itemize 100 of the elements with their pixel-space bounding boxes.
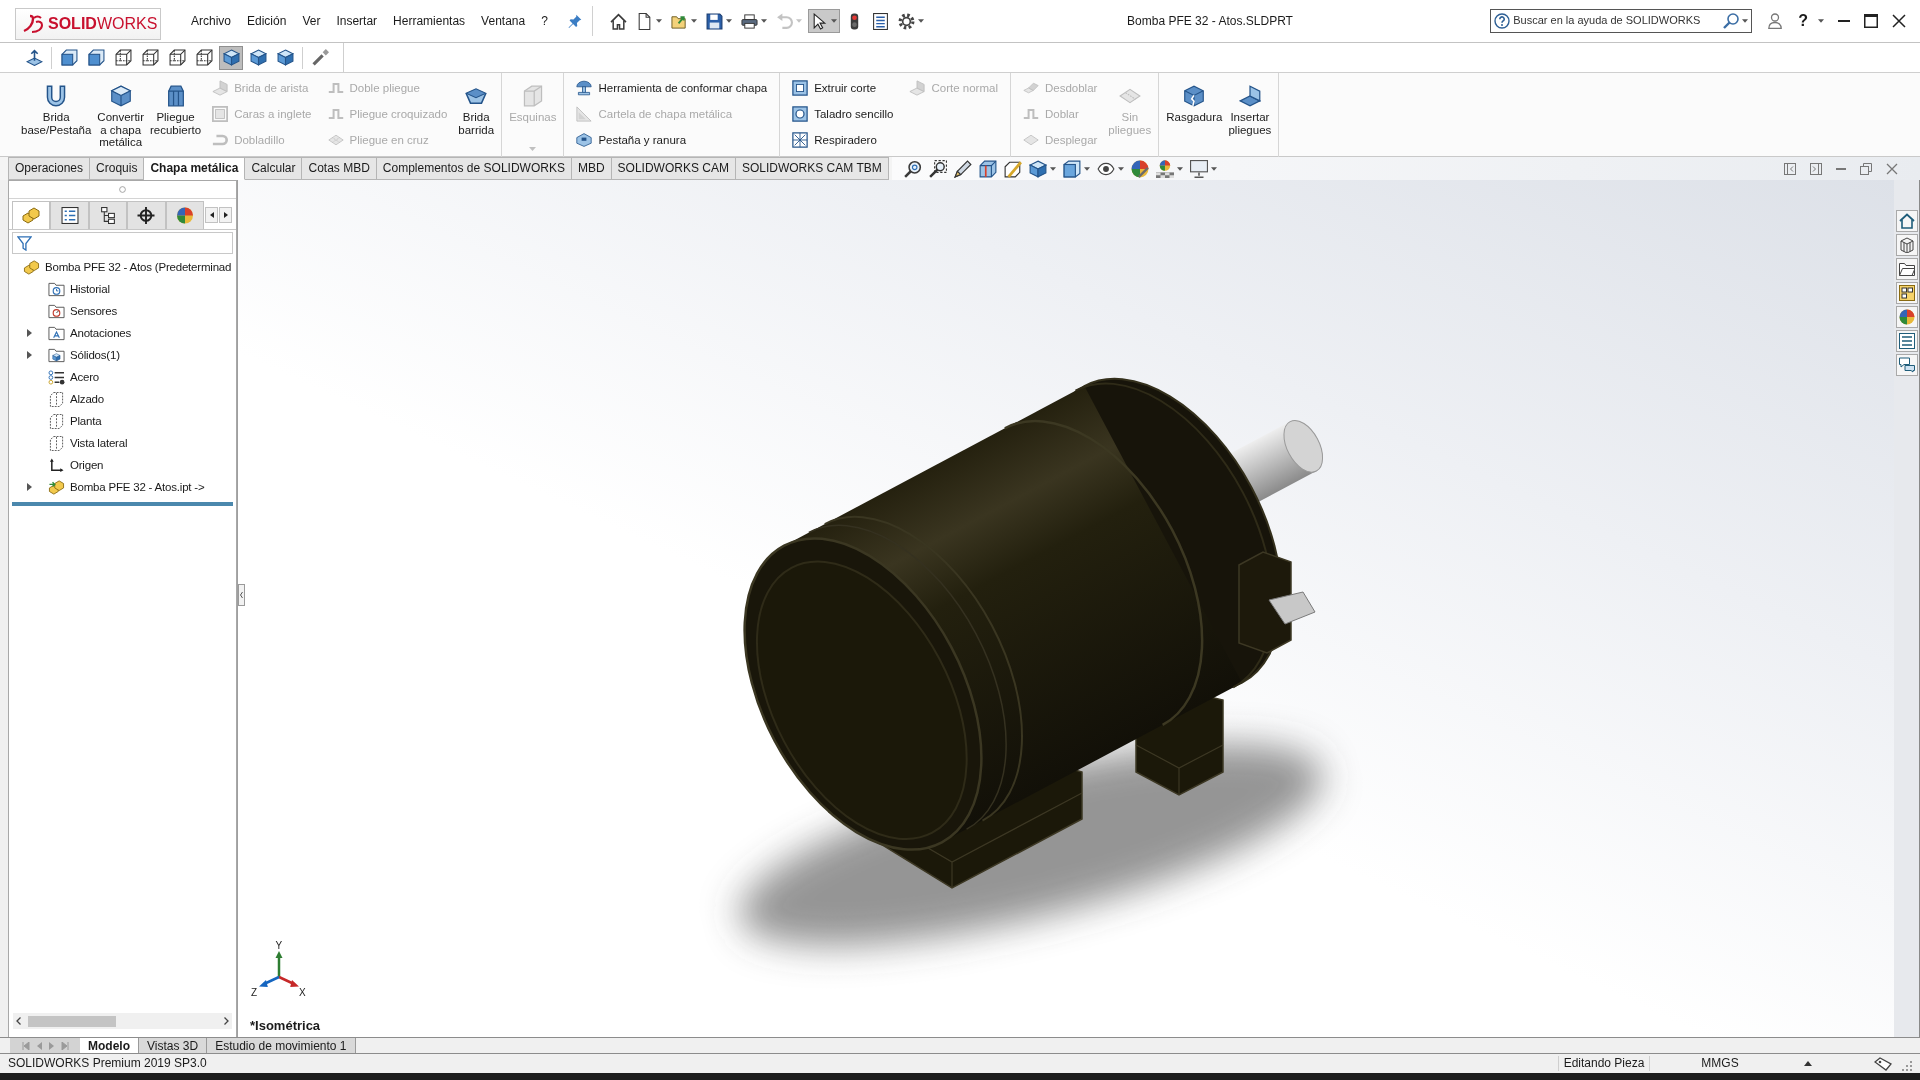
pencil-icon: [953, 159, 972, 178]
ribbon-button[interactable]: Herramienta de conformar chapa: [573, 78, 771, 98]
tab[interactable]: Complementos de SOLIDWORKS: [376, 157, 572, 180]
expand-arrow-icon[interactable]: [26, 351, 32, 359]
scroll-left-button[interactable]: [205, 207, 219, 223]
menu-item[interactable]: Ver: [294, 11, 329, 31]
tree-item[interactable]: Acero: [22, 366, 100, 388]
tree-item[interactable]: Bomba PFE 32 - Atos.ipt ->: [22, 476, 205, 498]
person-icon[interactable]: [1768, 13, 1783, 29]
search-field[interactable]: Buscar en la ayuda de SOLIDWORKS: [1513, 14, 1721, 28]
task-pane-tab[interactable]: [1896, 234, 1918, 256]
tab[interactable]: SOLIDWORKS CAM TBM: [735, 157, 889, 180]
tree-chart-icon: [99, 207, 117, 224]
angle-sheet-icon: [1238, 85, 1261, 107]
search-box[interactable]: Buscar en la ayuda de SOLIDWORKS: [1490, 9, 1753, 33]
ribbon-button[interactable]: Pliegue recubierto: [147, 73, 205, 156]
drilled-block-icon: [792, 106, 809, 122]
tree-item[interactable]: Sólidos(1): [22, 344, 120, 366]
left-chevron-icon[interactable]: [16, 1017, 21, 1025]
triangle-sheet-icon: [576, 106, 593, 122]
panel-tab[interactable]: [50, 201, 89, 229]
minimize-icon[interactable]: [1836, 167, 1846, 170]
caret-icon[interactable]: [1742, 19, 1749, 23]
tab[interactable]: Croquis: [90, 157, 145, 180]
expand-arrow-icon[interactable]: [26, 483, 32, 491]
blocks-icon: [23, 259, 40, 275]
grip-dot-icon[interactable]: [119, 186, 126, 193]
menu-item[interactable]: Insertar: [328, 11, 386, 31]
up-triangle-icon[interactable]: [1804, 1061, 1812, 1066]
ribbon-button[interactable]: Respiradero: [789, 130, 897, 150]
scroll-right-button[interactable]: [219, 207, 233, 223]
collapse-tab-icon[interactable]: [238, 584, 245, 606]
panel-tab[interactable]: [165, 201, 205, 229]
tree-item[interactable]: Vista lateral: [22, 432, 128, 454]
tab[interactable]: Operaciones: [8, 157, 91, 180]
step-sheet-icon: [327, 80, 344, 96]
u-bracket-icon: [45, 85, 68, 107]
restore-icon[interactable]: [1860, 162, 1872, 175]
tile-right-icon[interactable]: [1810, 162, 1822, 175]
ribbon-button[interactable]: Insertar pliegues: [1225, 73, 1275, 156]
search-icon[interactable]: [1723, 13, 1740, 29]
tree-item[interactable]: Anotaciones: [22, 322, 132, 344]
ribbon-button[interactable]: Brida barrida: [455, 73, 498, 156]
menu-item[interactable]: ?: [533, 11, 556, 31]
task-pane-tab[interactable]: [1896, 354, 1918, 376]
tab[interactable]: SOLIDWORKS CAM: [611, 157, 736, 180]
tab[interactable]: MBD: [571, 157, 612, 180]
tab[interactable]: Vistas 3D: [139, 1038, 208, 1053]
tab[interactable]: Cotas MBD: [302, 157, 377, 180]
horizontal-scrollbar[interactable]: [13, 1013, 232, 1029]
expand-arrow-icon[interactable]: [26, 329, 32, 337]
units-selector[interactable]: MMGS: [1650, 1056, 1790, 1071]
toolbar-button[interactable]: [807, 9, 840, 33]
toolbar-button[interactable]: [977, 157, 998, 180]
filter-field[interactable]: [12, 232, 233, 254]
caret-icon[interactable]: [1818, 19, 1824, 23]
task-pane-tab[interactable]: [1896, 210, 1918, 232]
pin-icon[interactable]: [567, 14, 582, 28]
toolbar-button[interactable]: [1188, 157, 1218, 180]
tab[interactable]: Chapa metálica: [144, 157, 246, 180]
ribbon-button[interactable]: Rasgadura: [1163, 73, 1226, 156]
panel-tab[interactable]: [88, 201, 128, 229]
menu-item[interactable]: Archivo: [183, 11, 239, 31]
tree-item[interactable]: Planta: [22, 410, 102, 432]
tree-item[interactable]: Bomba PFE 32 - Atos (Predeterminad: [23, 256, 232, 278]
axis-label: X: [299, 987, 306, 998]
toolbar-button[interactable]: [1061, 157, 1091, 180]
ribbon-button[interactable]: Extruir corte: [789, 78, 897, 98]
tree-item[interactable]: Origen: [22, 454, 104, 476]
filter-icon[interactable]: [17, 235, 32, 251]
ribbon-button[interactable]: Pestaña y ranura: [573, 130, 771, 150]
ribbon-button[interactable]: Convertir a chapa metálica: [94, 73, 147, 156]
menu-item[interactable]: Herramientas: [385, 11, 474, 31]
tree-item[interactable]: Historial: [22, 278, 110, 300]
close-icon[interactable]: [1892, 14, 1906, 28]
tree-item[interactable]: Sensores: [22, 300, 117, 322]
list-document-icon: [871, 12, 889, 30]
menu-item[interactable]: Edición: [239, 11, 295, 31]
tab[interactable]: Estudio de movimiento 1: [207, 1038, 356, 1053]
right-chevron-icon[interactable]: [224, 1017, 229, 1025]
resize-grip-icon[interactable]: [1902, 1060, 1912, 1071]
cube-icon: [222, 49, 240, 66]
axis-label: Z: [251, 987, 258, 998]
ribbon-button[interactable]: Brida base/Pestaña: [18, 73, 95, 156]
tag-icon[interactable]: [1874, 1056, 1892, 1071]
tab[interactable]: Calcular: [245, 157, 303, 180]
task-pane-tab[interactable]: [1896, 330, 1918, 352]
tile-left-icon[interactable]: [1784, 162, 1796, 175]
ribbon-button[interactable]: Taladro sencillo: [789, 104, 897, 124]
menu-item[interactable]: Ventana: [473, 11, 534, 31]
tab[interactable]: Modelo: [80, 1038, 139, 1053]
toolbar-button[interactable]: [927, 157, 948, 180]
task-pane-tab[interactable]: [1896, 282, 1918, 304]
task-pane-tab[interactable]: [1896, 258, 1918, 280]
view-button[interactable]: [219, 45, 243, 70]
panel-tab[interactable]: [127, 201, 166, 229]
help-button[interactable]: ?: [1796, 11, 1810, 31]
tree-item[interactable]: Alzado: [22, 388, 104, 410]
toolbar-button[interactable]: [952, 157, 973, 180]
maximize-icon[interactable]: [1864, 14, 1878, 28]
